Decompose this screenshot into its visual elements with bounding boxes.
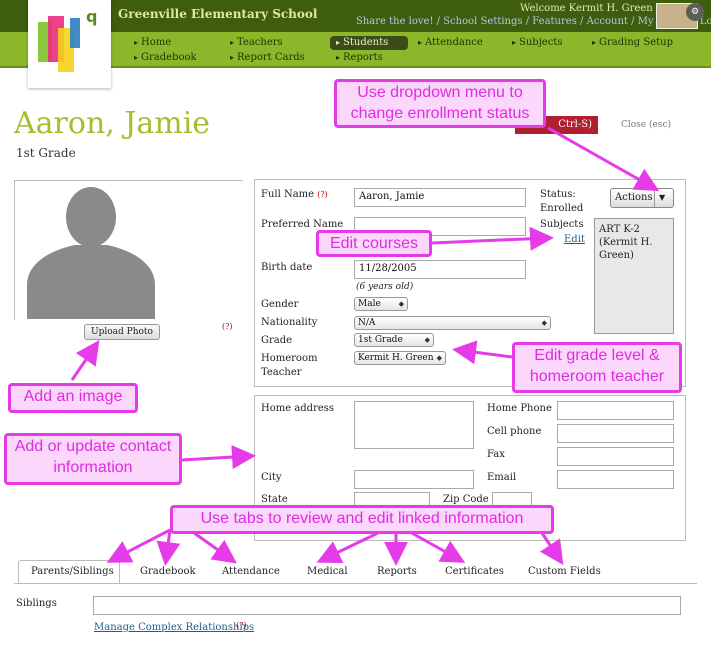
callout-grade: Edit grade level & homeroom teacher	[512, 342, 682, 393]
callout-courses: Edit courses	[316, 230, 432, 257]
callout-image: Add an image	[8, 383, 138, 413]
callout-dropdown: Use dropdown menu to change enrollment s…	[334, 79, 546, 128]
callout-tabs: Use tabs to review and edit linked infor…	[170, 505, 554, 534]
callout-contact: Add or update contact information	[4, 433, 182, 485]
